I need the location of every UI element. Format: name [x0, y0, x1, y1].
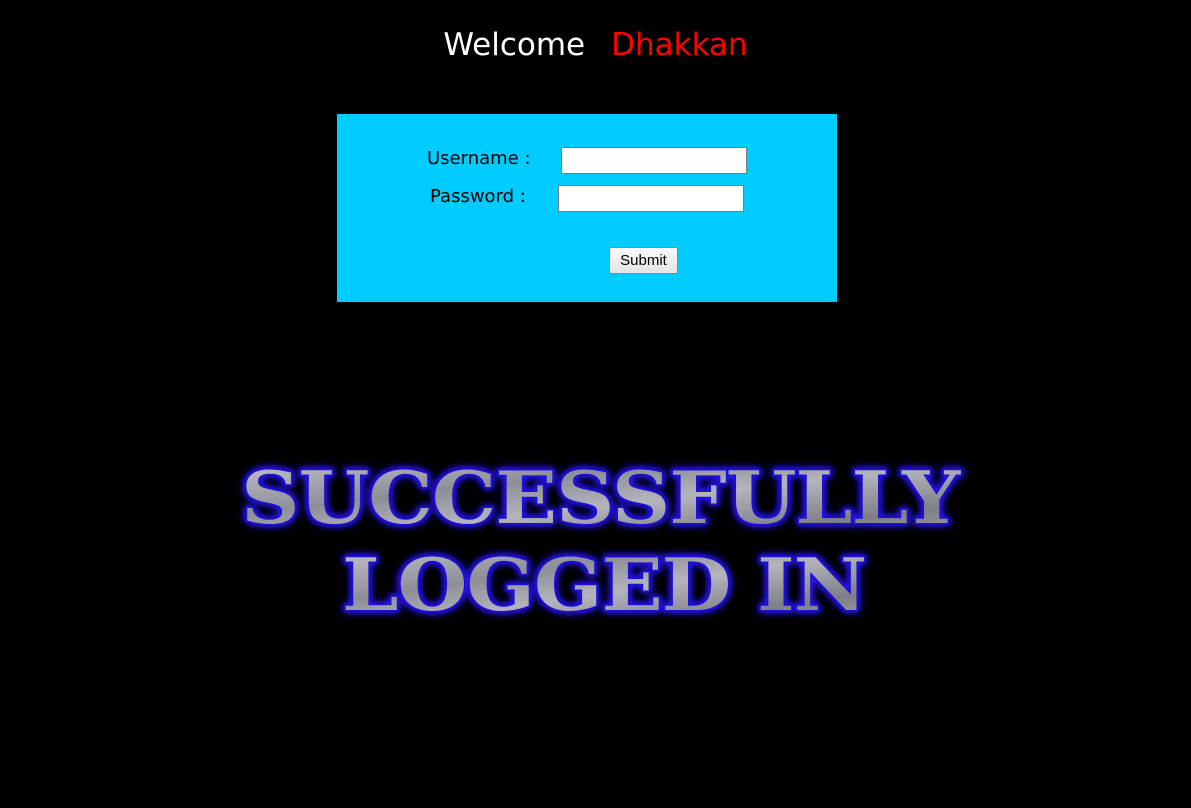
username-label: Username : [427, 148, 531, 169]
welcome-heading: Welcome Dhakkan [0, 24, 1191, 66]
login-success-graphic: SUCCESSFULLY LOGGED IN [240, 454, 965, 626]
login-success-banner: SUCCESSFULLY LOGGED IN [220, 450, 980, 626]
welcome-name: Dhakkan [611, 27, 748, 63]
username-input[interactable] [561, 147, 747, 174]
password-input[interactable] [558, 185, 744, 212]
submit-button[interactable]: Submit [609, 247, 678, 274]
login-form: Username : Password : Submit [337, 114, 837, 302]
welcome-text: Welcome [443, 27, 586, 63]
banner-line-1: SUCCESSFULLY [241, 455, 962, 540]
banner-line-2: LOGGED IN [342, 542, 866, 625]
password-label: Password : [430, 186, 526, 207]
